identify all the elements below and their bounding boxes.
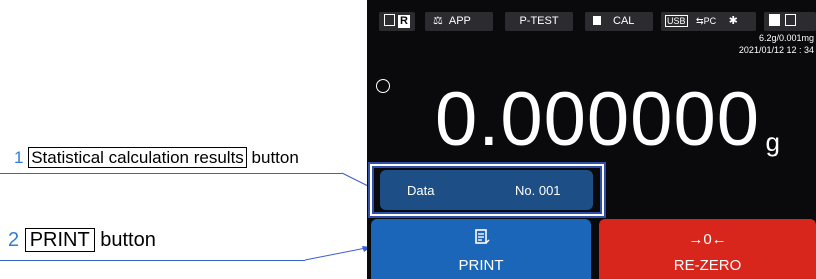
print-button[interactable]: PRINT [371, 219, 591, 279]
top-bar: R ⚖ APP P-TEST CAL USB ⇆PC ✱ 6.2g/0.001mg [367, 0, 816, 43]
ptest-chip-label: P-TEST [519, 15, 559, 27]
callout-1-underline [0, 173, 342, 174]
pc-label: PC [703, 16, 717, 26]
callout-1-suffix: button [251, 148, 299, 167]
callout-1-number: 1 [14, 148, 24, 167]
callout-1-boxed-label: Statistical calculation results [28, 147, 247, 168]
layout-left-icon [769, 14, 780, 27]
stats-number-label: No. 001 [515, 183, 561, 198]
printer-icon [475, 229, 490, 244]
balance-icon: ⚖ [433, 15, 443, 27]
range-chip[interactable]: R [379, 12, 415, 31]
pc-connection-icon: ⇆ [696, 16, 704, 26]
callout-2-leader [304, 246, 372, 261]
app-chip-label: APP [448, 15, 471, 27]
usb-label: USB [667, 16, 686, 26]
callout-2-text: 2 PRINT button [8, 228, 156, 252]
usb-icon: USB [665, 15, 688, 27]
print-button-label: PRINT [458, 257, 504, 274]
rezero-symbol: →0← [688, 231, 727, 248]
rezero-button[interactable]: →0← RE-ZERO [599, 219, 816, 279]
capacity-readout: 6.2g/0.001mg [758, 33, 814, 43]
cal-chip-label: CAL [613, 15, 635, 27]
weight-reading: 0.000000 [435, 77, 760, 162]
callout-2-boxed-label: PRINT [24, 228, 95, 252]
rezero-button-label: RE-ZERO [673, 257, 742, 274]
connection-chip: USB ⇆PC ✱ [661, 12, 756, 31]
range-chip-label: R [398, 15, 410, 28]
callout-2-underline [0, 260, 305, 261]
callout-2-number: 2 [8, 229, 20, 251]
weight-icon [593, 15, 601, 25]
ptest-chip[interactable]: P-TEST [505, 12, 573, 31]
layout-right-icon [785, 14, 797, 27]
stable-indicator-icon [376, 79, 390, 93]
layout-chip[interactable] [764, 12, 816, 31]
statistical-results-button[interactable]: Data No. 001 [380, 170, 593, 210]
window-icon [383, 14, 395, 27]
stats-data-label: Data [407, 183, 435, 198]
weight-unit: g [765, 127, 780, 157]
balance-screen: R ⚖ APP P-TEST CAL USB ⇆PC ✱ 6.2g/0.001mg… [367, 0, 816, 279]
app-chip[interactable]: ⚖ APP [425, 12, 493, 31]
datetime-readout: 2021/01/12 12 : 34 [738, 45, 814, 55]
callout-2-suffix: button [100, 229, 156, 251]
cal-chip[interactable]: CAL [585, 12, 653, 31]
callout-1-text: 1 Statistical calculation results button [14, 147, 299, 168]
bluetooth-icon: ✱ [728, 15, 738, 27]
